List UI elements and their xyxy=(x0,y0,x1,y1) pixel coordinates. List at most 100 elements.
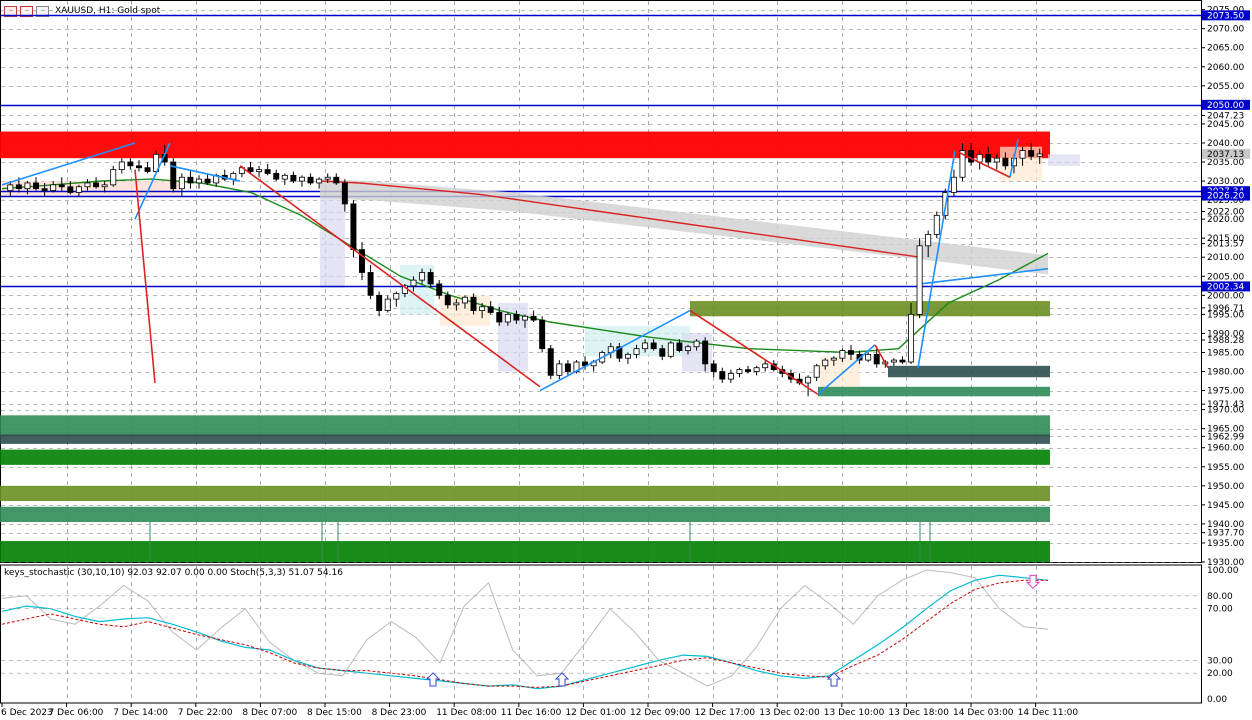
candle-body xyxy=(633,348,640,355)
candle-body xyxy=(427,272,434,285)
candle-body xyxy=(58,184,65,188)
price-label: 2045.00 xyxy=(1207,120,1244,130)
price-label: 1955.00 xyxy=(1207,463,1244,473)
time-label: 11 Dec 08:00 xyxy=(436,708,497,718)
candle-body xyxy=(522,315,528,321)
time-label: 7 Dec 22:00 xyxy=(178,708,233,718)
price-label: 1937.70 xyxy=(1207,529,1244,539)
highlight-box xyxy=(1048,154,1080,166)
candle-body xyxy=(290,174,297,182)
time-label: 14 Dec 03:00 xyxy=(953,708,1014,718)
time-label: 12 Dec 09:00 xyxy=(630,708,691,718)
candle-body xyxy=(985,153,992,163)
candle-body xyxy=(178,176,185,190)
candle-body xyxy=(341,182,348,205)
candle xyxy=(539,316,546,353)
candle-body xyxy=(650,342,657,350)
candle-body xyxy=(727,373,734,380)
arrow-up-icon xyxy=(425,672,441,687)
candle-body xyxy=(307,176,314,184)
candle-body xyxy=(564,363,571,372)
candle xyxy=(230,171,237,185)
candle-body xyxy=(436,283,443,296)
price-highlight-label: 2002.34 xyxy=(1207,282,1244,292)
candle-body xyxy=(264,169,271,174)
zone-sea xyxy=(818,386,1050,397)
candle-body xyxy=(530,315,537,321)
stoch-signal-line xyxy=(1,579,1048,688)
osc-level-label: 0.00 xyxy=(1207,695,1227,705)
price-label: 2000.00 xyxy=(1207,291,1244,301)
candle-body xyxy=(230,173,237,180)
candle-body xyxy=(367,272,374,296)
candle-body xyxy=(127,161,134,167)
candle xyxy=(135,160,142,172)
candle-body xyxy=(67,186,74,193)
price-highlight-label: 2073.50 xyxy=(1207,11,1244,21)
zone-green xyxy=(0,541,1050,562)
candle-body xyxy=(710,363,717,372)
price-label: 1980.00 xyxy=(1207,368,1244,378)
osc-level-label: 80.00 xyxy=(1207,592,1233,602)
candle-body xyxy=(950,176,957,193)
candle xyxy=(916,238,923,319)
candle-body xyxy=(461,296,468,304)
candle xyxy=(196,175,202,189)
price-label: 2070.00 xyxy=(1207,25,1244,35)
price-label: 2040.00 xyxy=(1207,139,1244,149)
time-label: 6 Dec 2023 xyxy=(1,708,53,718)
candle-body xyxy=(496,312,503,323)
zone-olive xyxy=(0,485,1050,502)
time-label: 13 Dec 18:00 xyxy=(888,708,949,718)
candle xyxy=(118,158,125,174)
arrow-down-icon xyxy=(1025,574,1041,590)
candle-body xyxy=(1002,157,1009,167)
zone-slate xyxy=(0,434,1050,444)
candle xyxy=(178,173,185,197)
candle-body xyxy=(993,157,1000,163)
candle-body xyxy=(539,319,546,350)
zone-green xyxy=(0,449,1050,465)
candle xyxy=(144,162,151,174)
candle-body xyxy=(324,176,331,180)
candle-body xyxy=(1036,153,1043,157)
price-label: 2013.57 xyxy=(1207,240,1244,250)
price-highlight-label: 2050.00 xyxy=(1207,101,1244,111)
price-highlight-label: 2026.20 xyxy=(1207,192,1244,202)
candle-body xyxy=(805,376,812,384)
candle xyxy=(281,173,288,185)
candle xyxy=(273,169,280,182)
candle-body xyxy=(470,296,477,311)
price-chart[interactable]: 100.0080.0070.0030.0020.000.00 2075.0020… xyxy=(0,0,1252,720)
candle xyxy=(376,291,383,317)
candle-body xyxy=(702,340,709,365)
candle xyxy=(256,165,263,178)
candle xyxy=(753,365,760,376)
time-label: 7 Dec 14:00 xyxy=(113,708,168,718)
candle-body xyxy=(359,249,365,273)
candle-body xyxy=(281,174,288,180)
time-label: 8 Dec 07:00 xyxy=(242,708,297,718)
candle xyxy=(290,171,297,183)
candle-body xyxy=(624,353,631,359)
candle xyxy=(890,358,897,366)
candle-body xyxy=(908,313,915,363)
candle-body xyxy=(33,182,39,190)
price-label: 1930.00 xyxy=(1207,558,1244,568)
candle xyxy=(667,341,674,359)
price-label: 1975.00 xyxy=(1207,387,1244,397)
price-label: 2060.00 xyxy=(1207,63,1244,73)
zone-slate xyxy=(888,365,1050,378)
candle-body xyxy=(350,203,357,251)
price-label: 2005.00 xyxy=(1207,272,1244,282)
candle-body xyxy=(444,294,451,306)
highlight-box xyxy=(320,196,345,288)
candle-body xyxy=(24,182,31,190)
candle xyxy=(127,158,134,170)
candle-body xyxy=(256,169,263,172)
candle-body xyxy=(745,369,752,372)
candle-body xyxy=(513,313,520,321)
candle-body xyxy=(316,178,323,184)
candle-body xyxy=(968,150,975,163)
main-frame xyxy=(0,0,1202,563)
